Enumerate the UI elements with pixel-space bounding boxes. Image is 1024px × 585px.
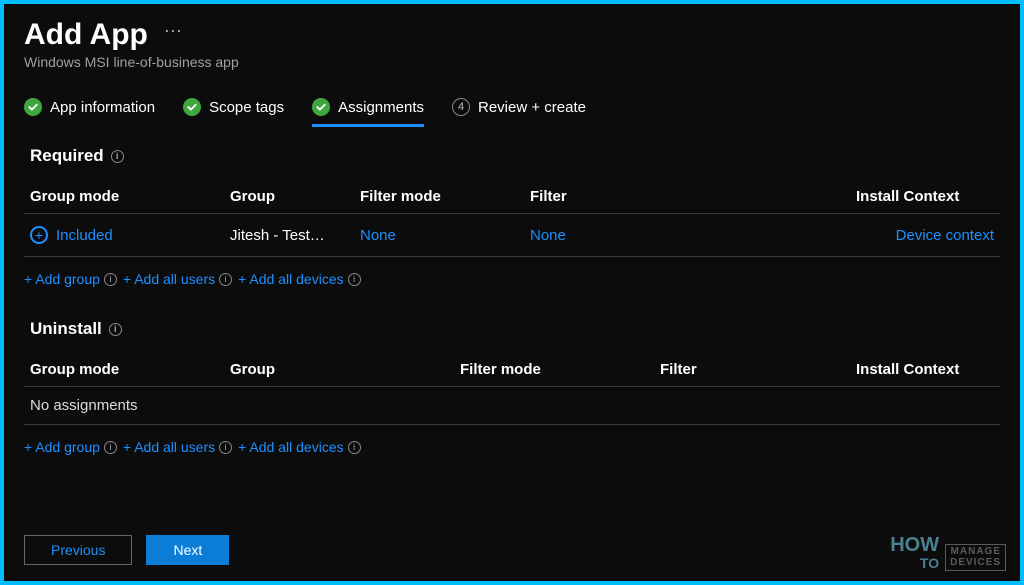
section-title-text: Uninstall <box>30 319 102 339</box>
watermark-to: TO <box>890 556 939 571</box>
col-install-context: Install Context <box>850 180 1000 214</box>
required-table: Group mode Group Filter mode Filter Inst… <box>24 180 1000 257</box>
info-icon[interactable]: i <box>219 273 232 286</box>
wizard-tabs: App information Scope tags Assignments 4… <box>24 98 1000 124</box>
watermark-how: HOW <box>890 535 939 556</box>
next-button[interactable]: Next <box>146 535 229 565</box>
col-filter-mode: Filter mode <box>454 353 654 387</box>
step-number-icon: 4 <box>452 98 470 116</box>
col-group: Group <box>224 180 354 214</box>
info-icon[interactable]: i <box>348 441 361 454</box>
watermark-box: MANAGE DEVICES <box>945 544 1006 571</box>
tab-label: Review + create <box>478 99 586 116</box>
check-icon <box>24 98 42 116</box>
uninstall-add-links: + Add group i + Add all users i + Add al… <box>24 439 1000 455</box>
section-title-text: Required <box>30 146 104 166</box>
col-filter-mode: Filter mode <box>354 180 524 214</box>
group-mode-value: Included <box>56 227 113 244</box>
more-icon[interactable]: ⋯ <box>164 21 184 42</box>
filter-value[interactable]: None <box>530 227 566 244</box>
plus-circle-icon: + <box>30 226 48 244</box>
filter-mode-value[interactable]: None <box>360 227 396 244</box>
tab-assignments[interactable]: Assignments <box>312 98 424 127</box>
add-all-users-link[interactable]: + Add all users i <box>123 439 232 455</box>
add-group-link[interactable]: + Add group i <box>24 439 117 455</box>
page-title: Add App <box>24 18 148 52</box>
check-icon <box>183 98 201 116</box>
add-group-link[interactable]: + Add group i <box>24 271 117 287</box>
tab-label: App information <box>50 99 155 116</box>
add-app-panel: Add App ⋯ Windows MSI line-of-business a… <box>4 4 1020 581</box>
col-filter: Filter <box>524 180 850 214</box>
info-icon[interactable]: i <box>109 323 122 336</box>
header-row: Add App ⋯ <box>24 18 1000 52</box>
info-icon[interactable]: i <box>111 150 124 163</box>
col-filter: Filter <box>654 353 850 387</box>
col-group: Group <box>224 353 454 387</box>
check-icon <box>312 98 330 116</box>
uninstall-table: Group mode Group Filter mode Filter Inst… <box>24 353 1000 387</box>
page-subtitle: Windows MSI line-of-business app <box>24 54 1000 70</box>
col-install-context: Install Context <box>850 353 1000 387</box>
tab-scope-tags[interactable]: Scope tags <box>183 98 284 124</box>
info-icon[interactable]: i <box>219 441 232 454</box>
table-row[interactable]: + Included Jitesh - Test… None None Devi… <box>24 214 1000 257</box>
col-group-mode: Group mode <box>24 180 224 214</box>
add-all-users-link[interactable]: + Add all users i <box>123 271 232 287</box>
watermark: HOW TO MANAGE DEVICES <box>890 535 1006 571</box>
col-group-mode: Group mode <box>24 353 224 387</box>
table-header-row: Group mode Group Filter mode Filter Inst… <box>24 353 1000 387</box>
section-title-required: Required i <box>30 146 1000 166</box>
table-header-row: Group mode Group Filter mode Filter Inst… <box>24 180 1000 214</box>
tab-review-create[interactable]: 4 Review + create <box>452 98 586 124</box>
add-all-devices-link[interactable]: + Add all devices i <box>238 439 360 455</box>
previous-button[interactable]: Previous <box>24 535 132 565</box>
group-value: Jitesh - Test… <box>224 214 354 257</box>
info-icon[interactable]: i <box>104 273 117 286</box>
tab-app-information[interactable]: App information <box>24 98 155 124</box>
no-assignments-text: No assignments <box>24 387 1000 425</box>
info-icon[interactable]: i <box>348 273 361 286</box>
wizard-footer: Previous Next <box>24 535 229 565</box>
info-icon[interactable]: i <box>104 441 117 454</box>
tab-label: Assignments <box>338 99 424 116</box>
required-add-links: + Add group i + Add all users i + Add al… <box>24 271 1000 287</box>
install-context-value[interactable]: Device context <box>896 227 994 244</box>
group-mode-cell[interactable]: + Included <box>30 226 218 244</box>
add-all-devices-link[interactable]: + Add all devices i <box>238 271 360 287</box>
tab-label: Scope tags <box>209 99 284 116</box>
section-title-uninstall: Uninstall i <box>30 319 1000 339</box>
